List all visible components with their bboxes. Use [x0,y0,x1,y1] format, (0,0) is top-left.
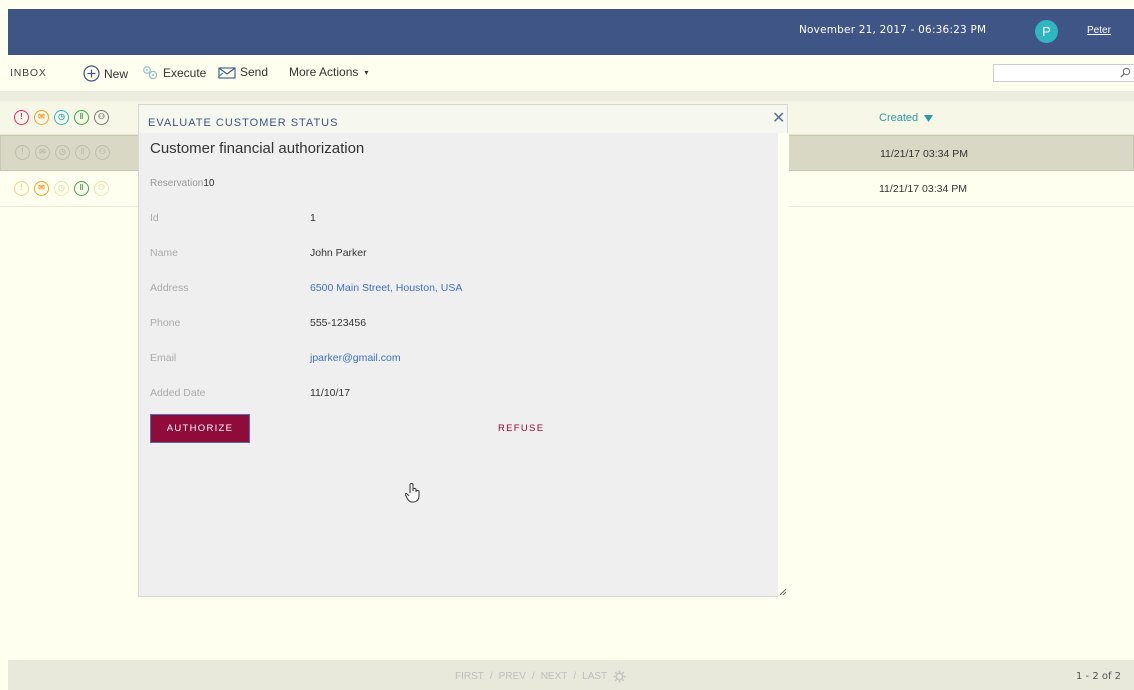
avatar[interactable]: P [1035,20,1058,43]
reservation-heading: Reservation10 [150,178,214,189]
top-header-bar: November 21, 2017 - 06:36:23 PM P Peter [8,9,1134,55]
attachment-icon: ‖ [75,145,90,160]
execute-button-label: Execute [163,65,207,80]
row-status-icons: ! ✉ ◷ ‖ ⚇ [14,181,109,196]
added-date-label: Added Date [150,387,206,399]
clock-icon: ◷ [55,145,70,160]
created-column-header[interactable]: Created [879,112,934,124]
footer-pager-bar: FIRST / PREV / NEXT / LAST 1 - 2 of 2 [8,660,1134,690]
current-datetime: November 21, 2017 - 06:36:23 PM [799,24,987,36]
send-button-label: Send [240,65,269,79]
envelope-send-icon [218,66,236,79]
created-cell: 11/21/17 03:34 PM [880,148,968,160]
gears-icon [143,66,158,80]
modal-title-bar: EVALUATE CUSTOMER STATUS ✕ [139,105,787,133]
execute-button[interactable]: Execute [141,65,206,80]
added-date-value: 11/10/17 [310,387,351,399]
search-input[interactable] [994,65,1114,81]
more-actions-dropdown[interactable]: More Actions ▾ [289,65,368,79]
pager-next[interactable]: NEXT [541,671,568,682]
created-header-label: Created [879,112,919,124]
created-cell: 11/21/17 03:34 PM [879,183,967,195]
row-status-icons: ! ✉ ◷ ‖ ⚇ [15,145,110,160]
clock-icon: ◷ [54,181,69,196]
plus-circle-icon [83,65,100,82]
phone-value: 555-123456 [310,317,367,329]
reservation-value: 10 [203,178,215,189]
close-icon[interactable]: ✕ [772,108,785,128]
modal-title: EVALUATE CUSTOMER STATUS [148,117,339,129]
group-icon[interactable]: ⚇ [94,110,109,125]
modal-right-gutter [778,133,789,597]
pager-first[interactable]: FIRST [455,671,484,682]
resize-grip-icon[interactable] [780,589,786,595]
authorize-button[interactable]: AUTHORIZE [150,414,250,443]
sort-down-icon [924,114,934,122]
form-title: Customer financial authorization [150,140,365,157]
clock-icon[interactable]: ◷ [54,110,69,125]
evaluate-customer-modal: EVALUATE CUSTOMER STATUS ✕ Customer fina… [138,104,789,597]
new-button[interactable]: New [83,65,128,82]
id-label: Id [150,212,159,224]
gear-icon[interactable] [613,670,626,683]
pager-last[interactable]: LAST [582,671,607,682]
mail-icon: ✉ [35,145,50,160]
header-icon-filters: ! ✉ ◷ ‖ ⚇ [14,110,109,125]
name-value: John Parker [310,247,367,259]
group-icon: ⚇ [95,145,110,160]
username-link[interactable]: Peter [1087,25,1111,36]
group-icon: ⚇ [94,181,109,196]
record-count: 1 - 2 of 2 [1076,671,1122,682]
name-label: Name [150,247,179,259]
alert-icon[interactable]: ! [14,110,29,125]
phone-label: Phone [150,317,181,329]
caret-down-icon: ▾ [364,67,369,77]
send-button[interactable]: Send [218,65,268,79]
inbox-title: INBOX [10,67,47,79]
more-actions-label: More Actions [289,65,359,79]
address-label: Address [150,282,189,294]
mail-icon[interactable]: ✉ [34,110,49,125]
search-box[interactable] [993,64,1134,82]
attachment-icon: ‖ [74,181,89,196]
search-icon[interactable] [1120,67,1131,78]
toolbar: INBOX New Execute Send More Actions ▾ [0,55,1134,91]
mail-icon: ✉ [34,181,49,196]
pager-prev[interactable]: PREV [499,671,526,682]
attachment-icon[interactable]: ‖ [74,110,89,125]
email-link[interactable]: jparker@gmail.com [310,352,401,364]
alert-icon: ! [15,145,30,160]
reservation-label: Reservation [150,178,204,189]
address-link[interactable]: 6500 Main Street, Houston, USA [310,282,462,294]
pagination: FIRST / PREV / NEXT / LAST [455,670,626,683]
hand-cursor-icon [405,483,420,503]
refuse-button[interactable]: REFUSE [498,423,544,434]
alert-icon: ! [14,181,29,196]
id-value: 1 [310,212,316,224]
toolbar-separator [0,91,1134,101]
new-button-label: New [104,66,129,81]
email-label: Email [150,352,177,364]
